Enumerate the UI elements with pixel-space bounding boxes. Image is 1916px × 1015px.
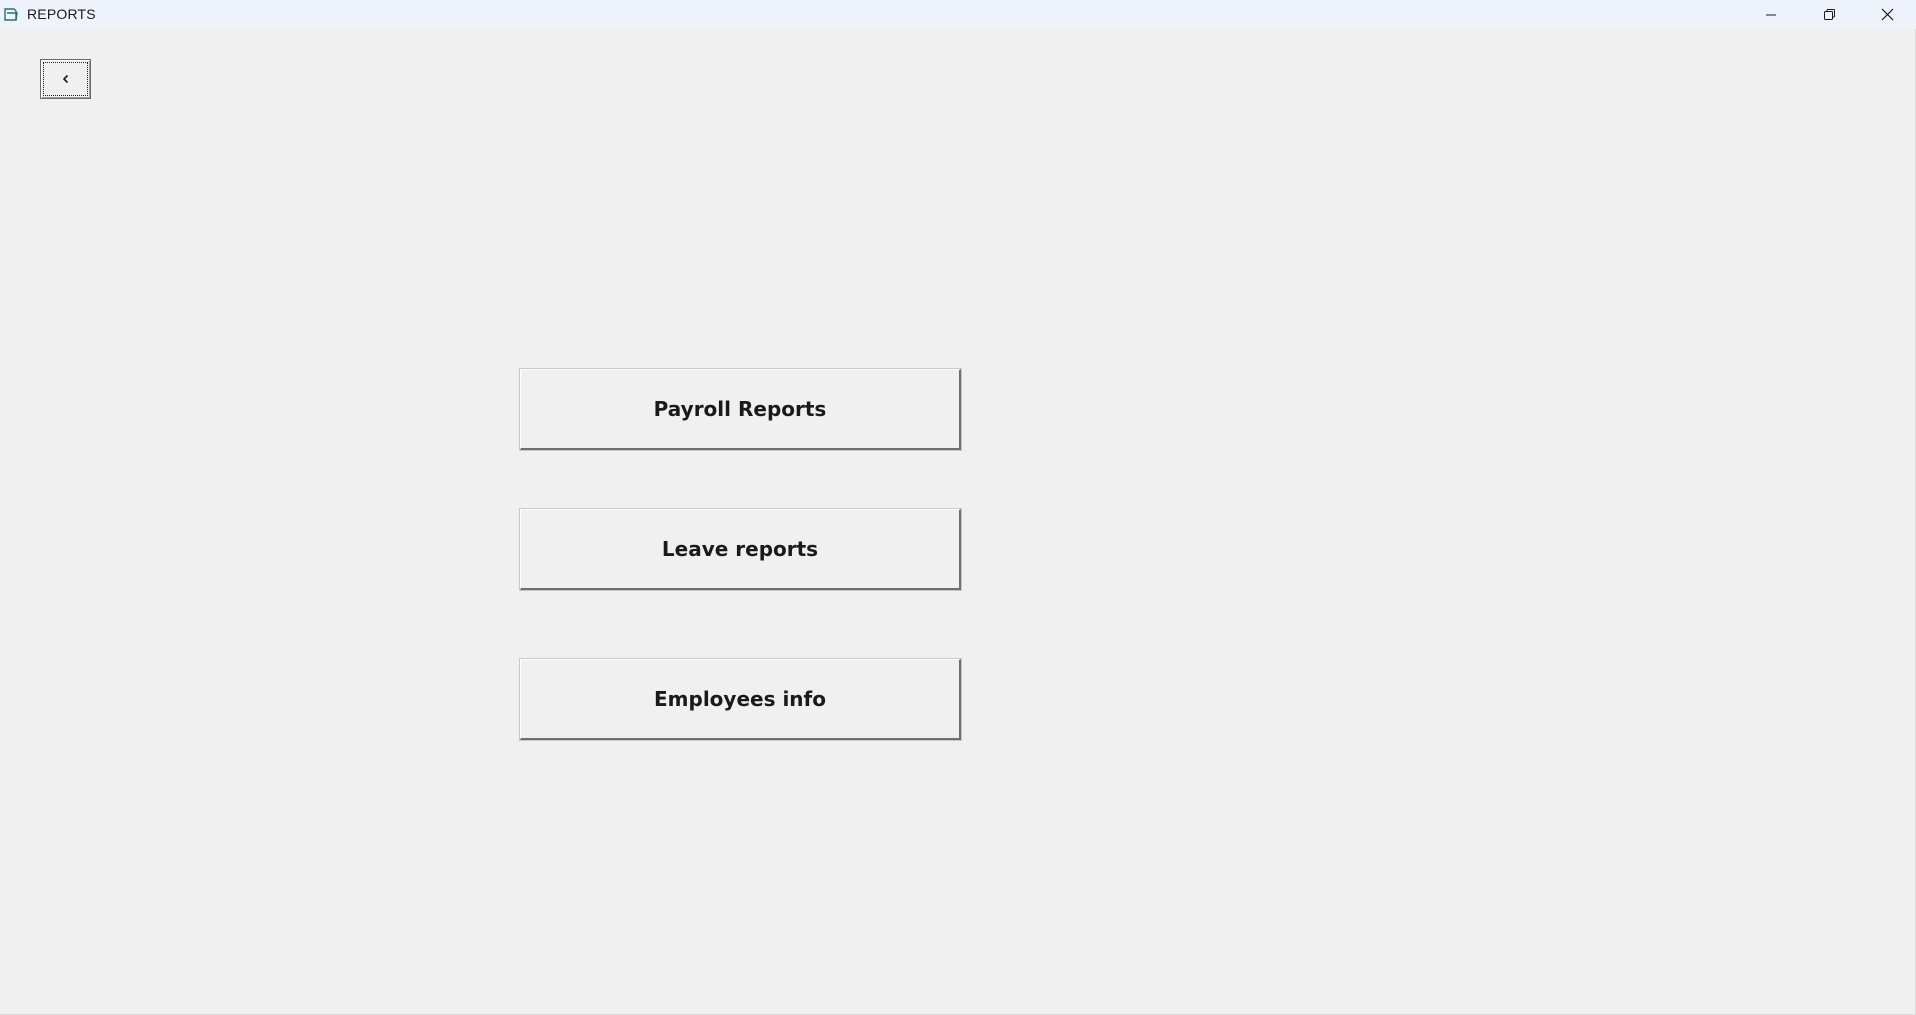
back-button-focus-rect [43, 62, 88, 96]
chevron-left-icon [62, 74, 68, 84]
app-icon [4, 7, 19, 22]
payroll-reports-button[interactable]: Payroll Reports [520, 369, 961, 450]
employees-info-button[interactable]: Employees info [520, 659, 961, 740]
minimize-icon [1766, 14, 1776, 15]
reports-window: REPORTS Payroll Reports Leave reports Em… [0, 0, 1916, 1015]
back-button[interactable] [40, 59, 91, 99]
restore-icon [1823, 9, 1835, 20]
minimize-button[interactable] [1742, 0, 1800, 29]
window-title: REPORTS [27, 6, 96, 22]
close-button[interactable] [1858, 0, 1916, 29]
title-bar[interactable]: REPORTS [0, 0, 1916, 29]
leave-reports-button[interactable]: Leave reports [520, 509, 961, 590]
restore-button[interactable] [1800, 0, 1858, 29]
close-icon [1881, 8, 1893, 21]
